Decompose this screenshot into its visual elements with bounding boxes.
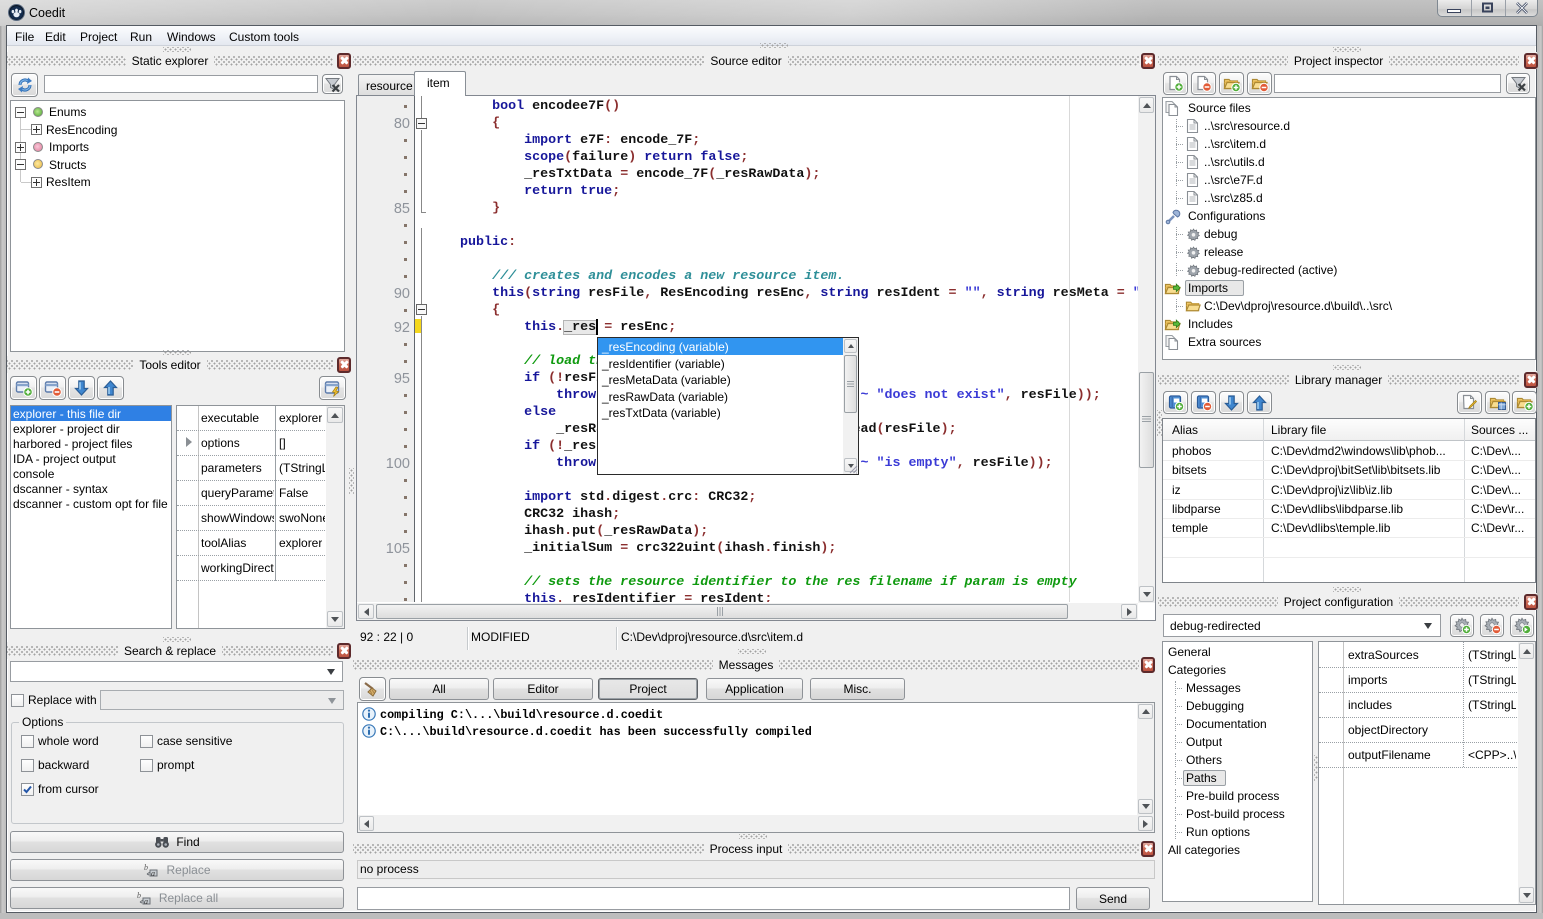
svg-text:b: b xyxy=(137,891,141,900)
svg-text:b: b xyxy=(144,863,148,872)
svg-text:a: a xyxy=(151,869,155,878)
svg-text:a: a xyxy=(144,897,148,906)
